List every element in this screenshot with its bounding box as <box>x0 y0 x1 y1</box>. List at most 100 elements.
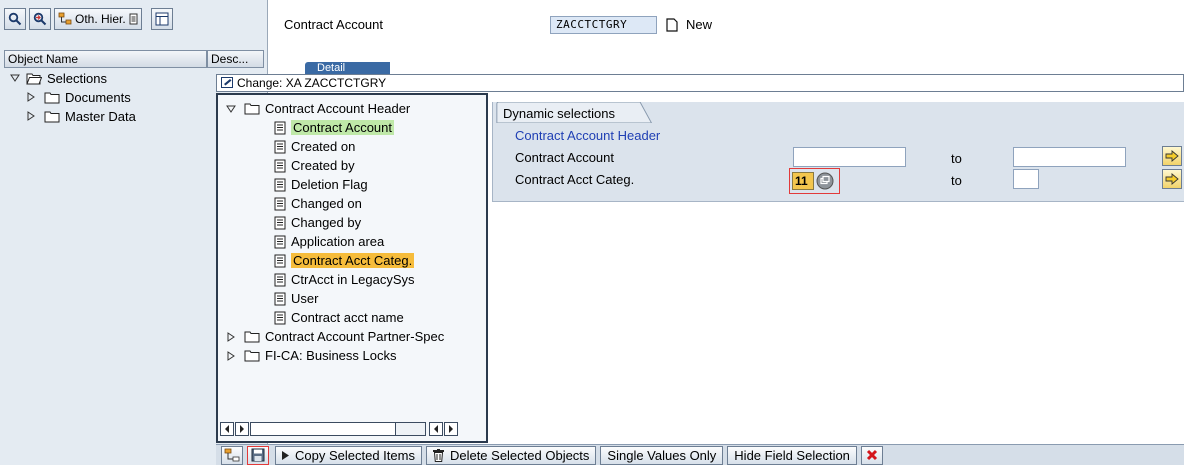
trash-icon <box>432 448 444 462</box>
arrow-left-icon <box>434 425 438 433</box>
arrow-right-icon <box>240 425 244 433</box>
document-icon <box>274 311 286 324</box>
new-indicator: New <box>666 17 712 32</box>
copy-selected-items-button[interactable]: Copy Selected Items <box>275 445 422 465</box>
scroll-left-button-2[interactable] <box>429 422 443 436</box>
to-label: to <box>951 173 962 188</box>
single-values-only-button[interactable]: Single Values Only <box>600 445 724 465</box>
single-values-only-label: Single Values Only <box>607 447 717 463</box>
field-tree-folder-contract-account-header[interactable]: Contract Account Header <box>226 99 410 118</box>
field-tree-item[interactable]: Application area <box>274 232 384 251</box>
other-hierarchy-label: Oth. Hier. <box>75 12 126 26</box>
field-tree-item[interactable]: Contract acct name <box>274 308 404 327</box>
object-name-column-header[interactable]: Object Name <box>4 50 207 68</box>
contract-account-from-input[interactable] <box>793 147 906 167</box>
document-icon <box>274 159 286 172</box>
scroll-track[interactable] <box>250 422 426 436</box>
dynamic-selections-panel: Dynamic selections Contract Account Head… <box>492 102 1184 202</box>
document-icon <box>274 197 286 210</box>
contract-account-label: Contract Account <box>284 17 383 32</box>
hide-field-selection-button[interactable]: Hide Field Selection <box>727 445 857 465</box>
layout-icon <box>155 12 169 26</box>
save-icon <box>251 448 265 462</box>
copy-selected-items-label: Copy Selected Items <box>295 447 415 463</box>
categ-input-group: 11 <box>789 168 840 194</box>
field-tree-item[interactable]: Deletion Flag <box>274 175 368 194</box>
field-tree-item[interactable]: CtrAcct in LegacySys <box>274 270 415 289</box>
arrow-right-icon <box>449 425 453 433</box>
field-tree-panel: Contract Account Header Contract Account C… <box>216 93 488 443</box>
new-document-icon <box>666 17 678 32</box>
left-tree-item-documents[interactable]: Documents <box>26 88 131 106</box>
field-tree-folder[interactable]: FI-CA: Business Locks <box>226 346 397 365</box>
dynamic-selections-title: Dynamic selections <box>503 106 615 121</box>
hierarchy-button[interactable] <box>221 445 243 465</box>
contract-acct-categ-from-input[interactable]: 11 <box>792 172 814 190</box>
row-label-contract-acct-categ: Contract Acct Categ. <box>515 172 635 187</box>
collapsed-arrow-icon <box>227 350 235 361</box>
field-tree-item[interactable]: Contract Acct Categ. <box>274 251 415 270</box>
scroll-left-button[interactable] <box>220 422 234 436</box>
horizontal-scrollbar[interactable] <box>220 422 484 438</box>
cancel-button[interactable] <box>860 445 883 465</box>
folder-icon <box>44 92 60 103</box>
description-column-header[interactable]: Desc... <box>207 50 264 68</box>
other-hierarchy-button[interactable]: Oth. Hier. <box>54 8 142 30</box>
field-tree-item[interactable]: Contract Account <box>274 118 394 137</box>
left-tree-item-master-data[interactable]: Master Data <box>26 107 136 125</box>
folder-icon <box>44 111 60 122</box>
tree-item-label: Contract Acct Categ. <box>291 253 415 268</box>
scroll-thumb[interactable] <box>395 423 425 435</box>
hide-field-selection-label: Hide Field Selection <box>734 447 850 463</box>
document-icon <box>274 178 286 191</box>
tree-item-label: FI-CA: Business Locks <box>265 348 397 363</box>
document-icon <box>274 216 286 229</box>
tree-item-label: Master Data <box>65 108 136 124</box>
bottom-toolbar: Copy Selected Items Delete Selected Obje… <box>216 444 1184 465</box>
collapsed-arrow-icon <box>227 331 235 342</box>
row-label-contract-account: Contract Account <box>515 150 614 165</box>
find-button[interactable] <box>4 8 26 30</box>
tree-item-label: Contract acct name <box>291 310 404 325</box>
tree-item-label: Deletion Flag <box>291 177 368 192</box>
variant-name-field[interactable]: ZACCTCTGRY <box>550 16 657 34</box>
tree-item-label: User <box>291 291 319 306</box>
change-icon <box>221 77 233 88</box>
folder-icon <box>244 331 260 343</box>
tree-item-label: Changed by <box>291 215 362 230</box>
delete-selected-objects-button[interactable]: Delete Selected Objects <box>425 445 597 465</box>
hierarchy-icon <box>224 448 240 462</box>
categ-value: 11 <box>795 174 808 188</box>
folder-icon <box>244 103 260 115</box>
document-icon <box>274 273 286 286</box>
field-tree-item[interactable]: Created on <box>274 137 355 156</box>
tree-item-label: Contract Account Header <box>265 101 411 116</box>
open-folder-icon <box>26 73 42 84</box>
arrow-right-icon <box>1165 150 1179 162</box>
contract-account-to-input[interactable] <box>1013 147 1126 167</box>
to-label: to <box>951 151 962 166</box>
field-tree-item[interactable]: User <box>274 289 318 308</box>
contract-acct-categ-to-input[interactable] <box>1013 169 1039 189</box>
multiple-selection-button[interactable] <box>1162 169 1182 189</box>
field-tree-item[interactable]: Created by <box>274 156 355 175</box>
left-tree-item-selections[interactable]: Selections <box>10 69 107 87</box>
save-button[interactable] <box>247 445 269 465</box>
multiple-selection-button[interactable] <box>1162 146 1182 166</box>
group-header: Contract Account Header <box>515 128 661 143</box>
field-tree-item[interactable]: Changed by <box>274 213 361 232</box>
find-next-button[interactable] <box>29 8 51 30</box>
document-icon <box>274 121 286 134</box>
layout-button[interactable] <box>150 8 173 30</box>
tree-item-label: Application area <box>291 234 385 249</box>
document-icon <box>274 140 286 153</box>
scroll-right-button[interactable] <box>235 422 249 436</box>
value-help-button[interactable] <box>816 172 834 190</box>
close-icon <box>866 449 877 461</box>
field-tree-folder[interactable]: Contract Account Partner-Spec <box>226 327 444 346</box>
field-tree-item[interactable]: Changed on <box>274 194 362 213</box>
document-icon <box>274 235 286 248</box>
tree-item-label: Contract Account Partner-Spec <box>265 329 445 344</box>
left-toolbar: Oth. Hier. <box>4 8 173 30</box>
scroll-right-button-2[interactable] <box>444 422 458 436</box>
